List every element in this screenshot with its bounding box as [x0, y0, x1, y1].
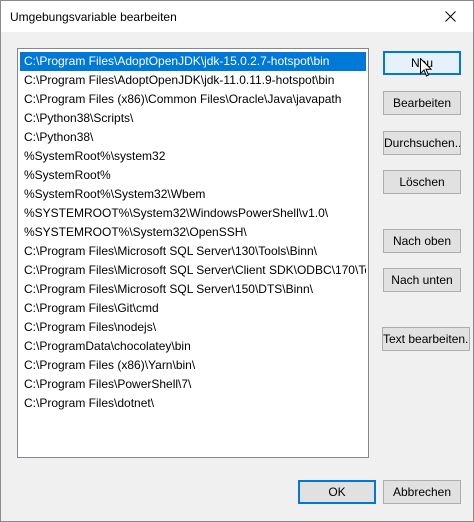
edit-text-button[interactable]: Text bearbeiten...	[382, 327, 470, 351]
list-item[interactable]: C:\Program Files\PowerShell\7\	[20, 375, 366, 394]
list-item[interactable]: C:\Program Files\Microsoft SQL Server\15…	[20, 280, 366, 299]
list-item[interactable]: C:\Program Files\Git\cmd	[20, 299, 366, 318]
list-item[interactable]: %SYSTEMROOT%\System32\WindowsPowerShell\…	[20, 204, 366, 223]
browse-button[interactable]: Durchsuchen...	[383, 131, 461, 155]
ok-button[interactable]: OK	[298, 480, 376, 504]
close-button[interactable]	[427, 1, 473, 32]
list-item[interactable]: C:\Program Files\Microsoft SQL Server\Cl…	[20, 261, 366, 280]
title-bar: Umgebungsvariable bearbeiten	[1, 1, 473, 32]
list-item[interactable]: C:\Python38\Scripts\	[20, 109, 366, 128]
window-title: Umgebungsvariable bearbeiten	[10, 10, 177, 24]
list-item[interactable]: C:\Program Files (x86)\Common Files\Orac…	[20, 90, 366, 109]
list-item[interactable]: C:\Program Files\dotnet\	[20, 394, 366, 413]
list-item[interactable]: C:\Program Files\Microsoft SQL Server\13…	[20, 242, 366, 261]
cancel-button[interactable]: Abbrechen	[383, 480, 461, 504]
list-item-selected[interactable]: C:\Program Files\AdoptOpenJDK\jdk-15.0.2…	[20, 52, 366, 71]
list-item[interactable]: C:\ProgramData\chocolatey\bin	[20, 337, 366, 356]
list-item[interactable]: %SYSTEMROOT%\System32\OpenSSH\	[20, 223, 366, 242]
move-down-button[interactable]: Nach unten	[383, 268, 461, 292]
path-list[interactable]: C:\Program Files\AdoptOpenJDK\jdk-15.0.2…	[17, 48, 369, 458]
new-button[interactable]: Neu	[383, 51, 461, 75]
close-icon	[445, 11, 456, 22]
edit-button[interactable]: Bearbeiten	[383, 91, 461, 115]
list-item[interactable]: C:\Program Files\AdoptOpenJDK\jdk-11.0.1…	[20, 71, 366, 90]
list-item[interactable]: C:\Program Files\nodejs\	[20, 318, 366, 337]
list-item[interactable]: C:\Python38\	[20, 128, 366, 147]
move-up-button[interactable]: Nach oben	[383, 229, 461, 253]
edit-environment-variable-dialog: Umgebungsvariable bearbeiten C:\Program …	[0, 0, 474, 522]
list-item[interactable]: C:\Program Files (x86)\Yarn\bin\	[20, 356, 366, 375]
delete-button[interactable]: Löschen	[383, 170, 461, 194]
list-item[interactable]: %SystemRoot%	[20, 166, 366, 185]
list-item[interactable]: %SystemRoot%\System32\Wbem	[20, 185, 366, 204]
list-item[interactable]: %SystemRoot%\system32	[20, 147, 366, 166]
